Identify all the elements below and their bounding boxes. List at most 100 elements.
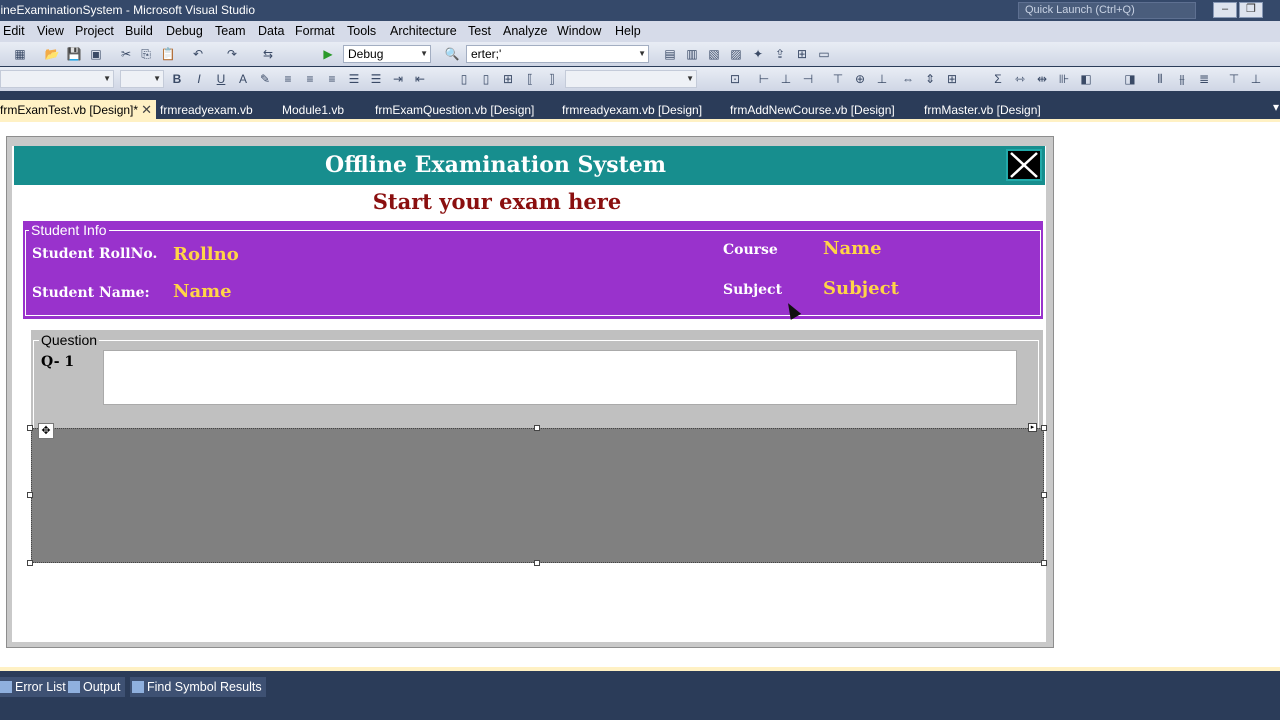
increase-spacing-icon[interactable]: ⇿ [1012,71,1028,87]
bracket-close-icon[interactable]: ⟧ [544,71,560,87]
bold-icon[interactable]: B [169,71,185,87]
center-horizontally-icon[interactable]: ⫴ [1152,71,1168,87]
resize-handle-bottom-middle[interactable] [534,560,540,566]
align-lefts-icon[interactable]: ⊢ [756,71,772,87]
menu-debug[interactable]: Debug [166,24,203,38]
indent-icon[interactable]: ⇥ [390,71,406,87]
team-explorer-icon[interactable]: ⊞ [794,46,810,62]
save-all-icon[interactable]: ▣ [88,46,104,62]
minimize-button[interactable]: ‒ [1213,2,1237,18]
tab-frmaddnewcourse-design[interactable]: frmAddNewCourse.vb [Design] [726,100,899,121]
bracket-icon[interactable]: ⟦ [522,71,538,87]
menu-edit[interactable]: Edit [3,24,25,38]
highlight-icon[interactable]: ✎ [257,71,273,87]
object-browser-icon[interactable]: ▧ [706,46,722,62]
menu-window[interactable]: Window [557,24,601,38]
redo-icon[interactable]: ↷ [224,46,240,62]
new-project-icon[interactable]: ▦ [12,46,28,62]
window-layout-icon[interactable]: ▭ [816,46,832,62]
close-tab-icon[interactable]: ✕ [141,100,152,120]
decrease-spacing-icon[interactable]: ⇹ [1034,71,1050,87]
toolbox-icon[interactable]: ▨ [728,46,744,62]
tab-module1[interactable]: Module1.vb [278,100,348,121]
find-combo[interactable]: erter;' ▼ [466,45,649,63]
extension-manager-icon[interactable]: ⇪ [772,46,788,62]
save-icon[interactable]: 💾 [66,46,82,62]
align-middles-icon[interactable]: ⊕ [852,71,868,87]
solution-configuration-select[interactable]: Debug ▼ [343,45,431,63]
font-size-select[interactable]: ▼ [120,70,164,88]
question-textbox[interactable] [103,350,1017,405]
menu-test[interactable]: Test [468,24,491,38]
start-debugging-icon[interactable]: ▶ [320,46,336,62]
menu-analyze[interactable]: Analyze [503,24,547,38]
insert-page-icon[interactable]: ▯ [456,71,472,87]
make-same-width-icon[interactable]: ⇔ [900,71,916,87]
open-file-icon[interactable]: 📂 [44,46,60,62]
navigate-icon[interactable]: ⇆ [260,46,276,62]
bring-to-front-icon[interactable]: ◧ [1078,71,1094,87]
menu-build[interactable]: Build [125,24,153,38]
send-to-back-icon[interactable]: ◨ [1122,71,1138,87]
bulleted-list-icon[interactable]: ☰ [368,71,384,87]
underline-icon[interactable]: U [213,71,229,87]
error-list-tab[interactable]: Error List [0,677,70,697]
insert-page2-icon[interactable]: ▯ [478,71,494,87]
resize-handle-top-right[interactable] [1041,425,1047,431]
menu-project[interactable]: Project [75,24,114,38]
menu-team[interactable]: Team [215,24,246,38]
tab-frmreadyexam-design[interactable]: frmreadyexam.vb [Design] [558,100,706,121]
align-centers-icon[interactable]: ⊥ [778,71,794,87]
outdent-icon[interactable]: ⇤ [412,71,428,87]
tab-overflow-icon[interactable]: ▾ [1268,99,1280,115]
insert-table-icon[interactable]: ⊞ [500,71,516,87]
tab-frmreadyexam-code[interactable]: frmreadyexam.vb [156,100,257,121]
restore-button[interactable]: ❐ [1239,2,1263,18]
horizontal-spacing-icon[interactable]: Σ [990,71,1006,87]
find-in-files-icon[interactable]: 🔍 [444,46,460,62]
menu-view[interactable]: View [37,24,64,38]
find-symbol-results-tab[interactable]: Find Symbol Results [130,677,266,697]
output-tab[interactable]: Output [66,677,125,697]
menu-help[interactable]: Help [615,24,641,38]
form-header-panel[interactable]: Offline Examination System [14,146,1045,185]
smart-tag-icon[interactable]: ▸ [1028,423,1037,432]
font-color-icon[interactable]: A [235,71,251,87]
resize-handle-middle-right[interactable] [1041,492,1047,498]
resize-handle-bottom-left[interactable] [27,560,33,566]
tab-order-icon[interactable]: ⊥ [1248,71,1264,87]
question-panel[interactable]: Question Q- 1 [31,330,1043,430]
menu-format[interactable]: Format [295,24,335,38]
tab-frmexamquestion-design[interactable]: frmExamQuestion.vb [Design] [371,100,538,121]
remove-spacing-icon[interactable]: ⊪ [1056,71,1072,87]
close-icon[interactable] [1006,149,1042,181]
align-left-icon[interactable]: ≡ [280,71,296,87]
align-right-icon[interactable]: ≡ [324,71,340,87]
cut-icon[interactable]: ✂ [118,46,134,62]
copy-icon[interactable]: ⎘ [138,46,154,62]
align-center-icon[interactable]: ≡ [302,71,318,87]
student-info-panel[interactable]: Student Info Student RollNo. Rollno Stud… [23,221,1043,319]
align-bottoms-icon[interactable]: ⊥ [874,71,890,87]
quick-launch-input[interactable]: Quick Launch (Ctrl+Q) [1018,2,1196,19]
selected-panel[interactable] [31,428,1044,563]
undo-icon[interactable]: ↶ [190,46,206,62]
start-page-icon[interactable]: ✦ [750,46,766,62]
solution-explorer-icon[interactable]: ▤ [662,46,678,62]
resize-handle-middle-left[interactable] [27,492,33,498]
menu-tools[interactable]: Tools [347,24,376,38]
center-vertically-icon[interactable]: ⫵ [1174,71,1190,87]
align-rights-icon[interactable]: ⊣ [800,71,816,87]
menu-data[interactable]: Data [258,24,284,38]
move-handle-icon[interactable]: ✥ [38,423,54,439]
paste-icon[interactable]: 📋 [160,46,176,62]
menu-architecture[interactable]: Architecture [390,24,457,38]
properties-icon[interactable]: ▥ [684,46,700,62]
numbered-list-icon[interactable]: ☰ [346,71,362,87]
vertical-spacing-icon[interactable]: ≣ [1196,71,1212,87]
align-tops-icon[interactable]: ⊤ [830,71,846,87]
make-same-height-icon[interactable]: ⇕ [922,71,938,87]
resize-handle-bottom-right[interactable] [1041,560,1047,566]
resize-handle-top-left[interactable] [27,425,33,431]
lock-controls-icon[interactable]: ⊤ [1226,71,1242,87]
